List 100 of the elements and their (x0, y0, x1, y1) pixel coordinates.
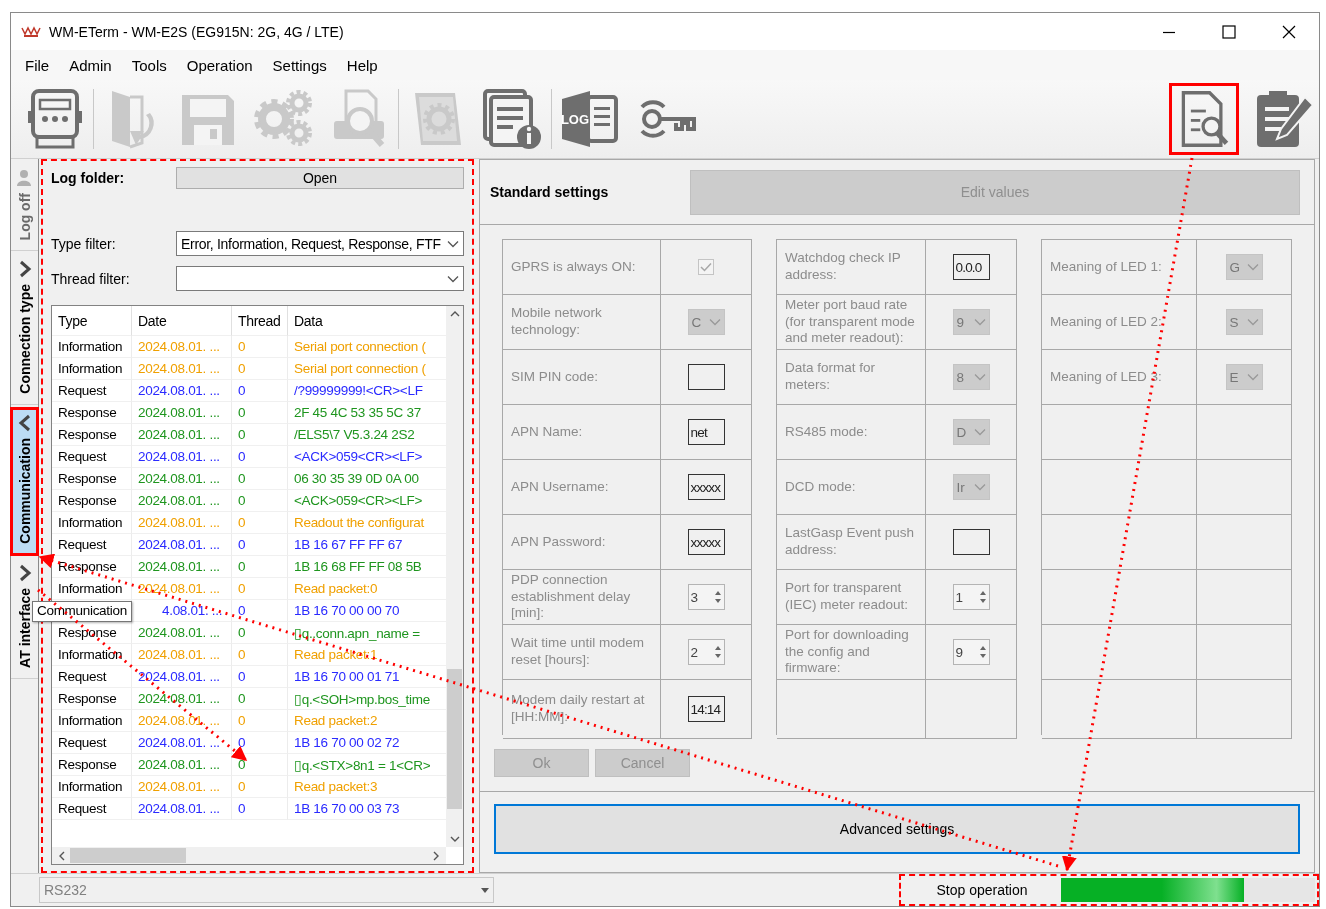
table-cell: Information (52, 336, 132, 358)
table-cell: 0 (232, 798, 288, 820)
scroll-right-icon[interactable] (432, 850, 440, 861)
chevron-icon (16, 414, 33, 433)
input-field[interactable]: 14:14 (687, 696, 725, 722)
scroll-down-icon[interactable] (449, 835, 460, 843)
side-tab[interactable]: Communication (11, 408, 38, 555)
setting-label: Data format for meters: (784, 360, 877, 394)
table-cell: 0 (232, 600, 288, 622)
input-field[interactable]: 0.0.0 (952, 254, 990, 280)
table-cell: 0 (232, 556, 288, 578)
table-cell: Request (52, 534, 132, 556)
setting-label: Mobile network technology: (510, 305, 603, 339)
column-header[interactable]: Type (52, 306, 132, 336)
caret-icon (447, 239, 459, 248)
spin-field[interactable]: 1 (952, 584, 990, 610)
tooltip: Communication (32, 601, 132, 622)
close-icon[interactable] (1281, 23, 1297, 40)
table-cell: Response (52, 402, 132, 424)
table-cell: 2024.08.01. ... (132, 424, 232, 446)
table-cell: 2024.08.01. ... (132, 666, 232, 688)
table-cell: Response (52, 490, 132, 512)
vertical-scrollbar[interactable] (446, 306, 463, 847)
setting-label: PDP connection establishment delay [min]: (510, 571, 632, 623)
table-cell: Response (52, 424, 132, 446)
table-cell: 0 (232, 578, 288, 600)
table-cell: 2024.08.01. ... (132, 754, 232, 776)
table-cell: 0 (232, 732, 288, 754)
table-cell: 2024.08.01. ... (132, 534, 232, 556)
table-cell: Request (52, 732, 132, 754)
spin-field[interactable]: 3 (687, 584, 725, 610)
table-cell: Information (52, 512, 132, 534)
menu-item[interactable]: Help (336, 53, 388, 77)
table-cell: 0 (232, 446, 288, 468)
setting-label: Wait time until modem reset [hours]: (510, 635, 646, 669)
setting-label: APN Name: (510, 423, 584, 441)
caret-icon (481, 887, 489, 893)
caret-icon (973, 373, 986, 381)
setting-label: RS485 mode: (784, 423, 869, 441)
setting-label: SIM PIN code: (510, 368, 600, 386)
setting-label: Port for downloading the config and firmware: (784, 626, 910, 678)
table-cell: 2024.08.01. ... (132, 556, 232, 578)
open-button[interactable]: Open (176, 167, 464, 189)
setting-label: GPRS is always ON: (510, 258, 637, 276)
app-logo-icon (21, 25, 41, 38)
spin-field[interactable]: 9 (952, 639, 990, 665)
menu-item[interactable]: Settings (262, 53, 337, 77)
caret-icon (973, 318, 986, 326)
input-field[interactable]: xxxxx (687, 474, 725, 500)
input-field[interactable] (687, 364, 725, 390)
spin-field[interactable]: 2 (687, 639, 725, 665)
caret-icon (973, 483, 986, 491)
input-field[interactable] (952, 529, 990, 555)
table-cell: 0 (232, 688, 288, 710)
table-cell: Request (52, 380, 132, 402)
stop-operation-label: Stop operation (935, 882, 1029, 898)
setting-label: Watchdog check IP address: (784, 250, 902, 284)
menu-item[interactable]: File (15, 53, 60, 77)
table-cell: 2024.08.01. ... (132, 710, 232, 732)
column-header[interactable]: Date (132, 306, 232, 336)
table-cell: 2024.08.01. ... (132, 798, 232, 820)
setting-label: DCD mode: (784, 478, 857, 496)
table-cell: 0 (232, 358, 288, 380)
table-cell: Response (52, 688, 132, 710)
scrollbar-thumb[interactable] (70, 848, 186, 863)
menu-item[interactable]: Operation (176, 53, 263, 77)
checkbox[interactable] (698, 259, 714, 275)
maximize-icon[interactable] (1221, 23, 1237, 40)
input-field[interactable]: xxxxx (687, 529, 725, 555)
table-cell: 2024.08.01. ... (132, 622, 232, 644)
table-cell: Information (52, 578, 132, 600)
thread-filter-dropdown[interactable] (176, 266, 464, 291)
user-icon (16, 169, 33, 187)
table-cell: 0 (232, 754, 288, 776)
table-cell: 2024.08.01. ... (132, 380, 232, 402)
menu-item[interactable]: Tools (121, 53, 177, 77)
table-cell: 0 (232, 424, 288, 446)
table-cell: 2024.08.01. ... (132, 490, 232, 512)
document-search-icon[interactable] (1169, 83, 1239, 155)
column-header[interactable]: Thread (232, 306, 288, 336)
setting-label: Port for transparent (IEC) meter readout: (784, 580, 910, 614)
scroll-left-icon[interactable] (58, 850, 66, 861)
port-dropdown[interactable]: RS232 (39, 877, 494, 903)
scrollbar-thumb[interactable] (447, 669, 462, 809)
scroll-up-icon[interactable] (449, 310, 460, 318)
type-filter-dropdown[interactable]: Error, Information, Request, Response, FTF (176, 231, 464, 256)
caret-icon (447, 274, 459, 283)
menu-item[interactable]: Admin (59, 53, 122, 77)
table-cell: 0 (232, 710, 288, 732)
section-title: Standard settings (490, 184, 610, 200)
input-field[interactable]: net (687, 419, 725, 445)
table-cell: 0 (232, 622, 288, 644)
table-cell: 0 (232, 468, 288, 490)
setting-label: Modem daily restart at [HH:MM]: (510, 692, 646, 726)
table-cell: Information (52, 776, 132, 798)
table-cell: 2024.08.01. ... (132, 402, 232, 424)
table-cell: Information (52, 358, 132, 380)
horizontal-scrollbar[interactable] (52, 847, 446, 864)
caret-icon (708, 318, 721, 326)
table-cell: 2024.08.01. ... (132, 578, 232, 600)
